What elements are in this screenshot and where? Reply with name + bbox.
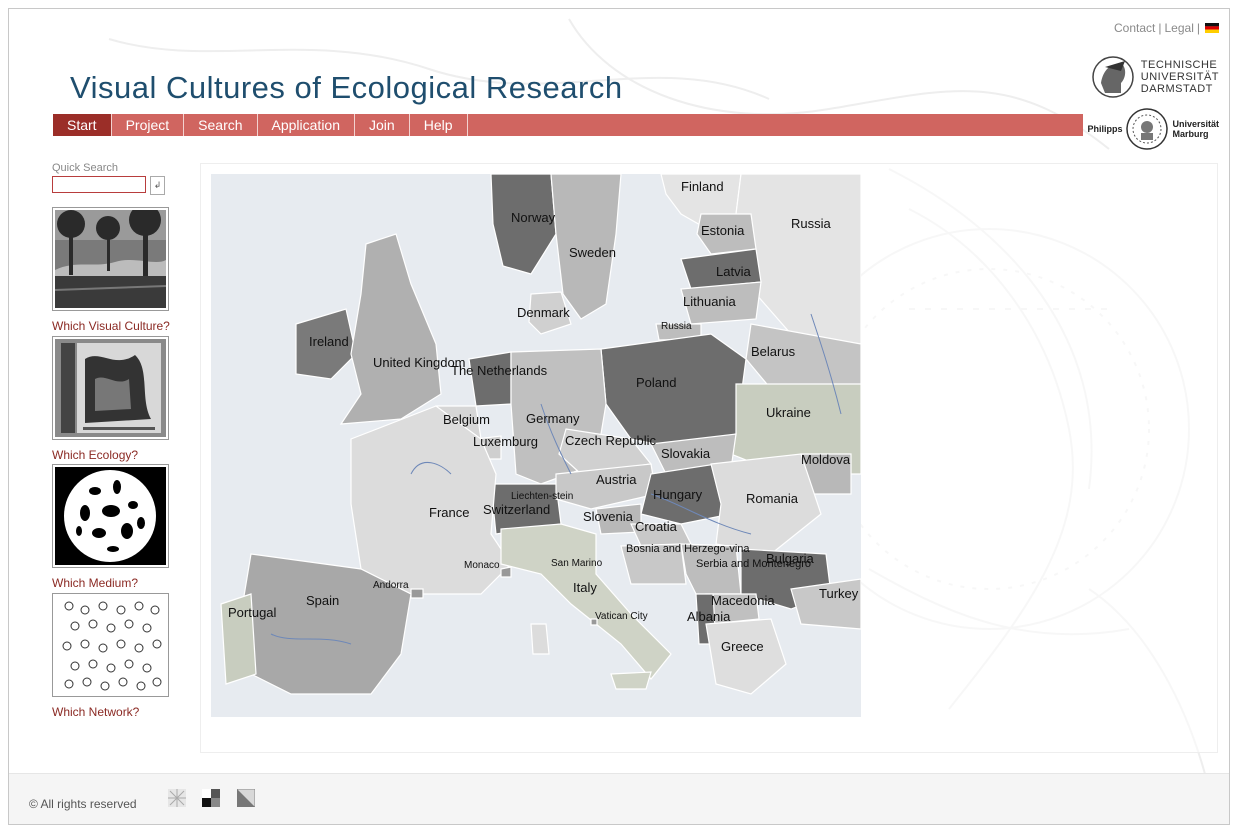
marburg-seal-icon <box>1126 108 1169 150</box>
label-sweden: Sweden <box>569 245 616 260</box>
label-slovakia: Slovakia <box>661 446 711 461</box>
island-corsica-sardinia <box>530 623 550 655</box>
label-turkey: Turkey <box>819 586 859 601</box>
tud-line-2: UNIVERSITÄT <box>1140 71 1219 83</box>
label-monaco: Monaco <box>464 560 500 571</box>
island-sicily <box>610 671 652 690</box>
german-flag-icon[interactable] <box>1205 23 1219 33</box>
label-andorra: Andorra <box>373 580 409 591</box>
tud-line-3: DARMSTADT <box>1140 83 1213 95</box>
umr-right-line-1: Universität <box>1172 119 1219 129</box>
label-hungary: Hungary <box>653 487 703 502</box>
footer <box>9 773 1229 824</box>
label-italy: Italy <box>573 580 597 595</box>
forest-engraving-image <box>55 210 166 308</box>
page-title: Visual Cultures of Ecological Research <box>70 70 623 105</box>
tud-line-1: TECHNISCHE <box>1140 59 1218 71</box>
label-estonia: Estonia <box>701 223 745 238</box>
country-andorra[interactable] <box>410 588 424 599</box>
label-vatican-city: Vatican City <box>595 611 648 622</box>
copyright-text: © All rights reserved <box>29 797 137 811</box>
uni-marburg-logo[interactable]: Philipps Universität Marburg <box>1087 108 1219 150</box>
enter-icon: ↲ <box>153 180 162 190</box>
label-belgium: Belgium <box>443 412 490 427</box>
which-visual-culture-link[interactable]: Which Visual Culture? <box>52 319 170 333</box>
label-slovenia: Slovenia <box>583 509 634 524</box>
label-moldova: Moldova <box>801 452 851 467</box>
label-finland: Finland <box>681 179 724 194</box>
label-latvia: Latvia <box>716 264 751 279</box>
which-medium-link[interactable]: Which Medium? <box>52 576 138 590</box>
quick-search-label: Quick Search <box>52 162 119 174</box>
tu-darmstadt-logo[interactable]: TECHNISCHE UNIVERSITÄT DARMSTADT <box>1091 53 1219 101</box>
label-germany: Germany <box>526 411 580 426</box>
nav-project[interactable]: Project <box>112 114 185 136</box>
nav-join[interactable]: Join <box>355 114 410 136</box>
label-czech-republic: Czech Republic <box>565 433 657 448</box>
label-france: France <box>429 505 469 520</box>
umr-left-text: Philipps <box>1087 124 1123 134</box>
label-albania: Albania <box>687 609 731 624</box>
which-network-link[interactable]: Which Network? <box>52 705 139 719</box>
page-frame: Contact | Legal | Visual Cultures of Eco… <box>8 8 1230 825</box>
label-greece: Greece <box>721 639 764 654</box>
book-cover-image <box>55 339 166 437</box>
europe-map[interactable]: Norway Sweden Finland Russia Estonia Lat… <box>211 174 861 717</box>
umr-right-line-2: Marburg <box>1172 129 1209 139</box>
nav-application[interactable]: Application <box>258 114 356 136</box>
athena-head-icon <box>1092 56 1134 98</box>
label-spain: Spain <box>306 593 339 608</box>
label-liechtenstein: Liechten-stein <box>511 491 573 502</box>
pattern-icon[interactable] <box>168 789 186 807</box>
network-portraits-image <box>55 596 166 694</box>
label-belarus: Belarus <box>751 344 796 359</box>
country-netherlands[interactable] <box>468 351 512 407</box>
label-austria: Austria <box>596 472 637 487</box>
label-russia-kaliningrad: Russia <box>661 321 692 332</box>
country-monaco[interactable] <box>500 566 512 578</box>
label-san-marino: San Marino <box>551 558 603 569</box>
microscope-image <box>55 467 166 565</box>
label-portugal: Portugal <box>228 605 277 620</box>
quick-search-submit-button[interactable]: ↲ <box>150 176 165 195</box>
label-bulgaria: Bulgaria <box>766 551 814 566</box>
nav-help[interactable]: Help <box>410 114 468 136</box>
label-denmark: Denmark <box>517 305 570 320</box>
diagonal-contrast-icon[interactable] <box>237 789 255 807</box>
label-switzerland: Switzerland <box>483 502 550 517</box>
legal-link[interactable]: Legal <box>1165 21 1194 35</box>
separator: | <box>1158 21 1162 35</box>
label-luxemburg: Luxemburg <box>473 434 538 449</box>
contrast-squares-icon[interactable] <box>202 789 220 807</box>
label-lithuania: Lithuania <box>683 294 737 309</box>
nav-start[interactable]: Start <box>53 114 112 136</box>
label-ukraine: Ukraine <box>766 405 811 420</box>
thumb-ecology[interactable] <box>52 336 169 440</box>
thumb-medium[interactable] <box>52 464 169 568</box>
quick-search-input[interactable] <box>52 176 146 193</box>
thumb-network[interactable] <box>52 593 169 697</box>
separator: | <box>1196 21 1200 35</box>
main-nav: Start Project Search Application Join He… <box>53 114 1083 136</box>
label-poland: Poland <box>636 375 676 390</box>
nav-search[interactable]: Search <box>184 114 258 136</box>
label-bosnia-herzegovina: Bosnia and Herzego-vina <box>626 543 750 555</box>
label-macedonia: Macedonia <box>711 593 775 608</box>
label-ireland: Ireland <box>309 334 349 349</box>
label-norway: Norway <box>511 210 556 225</box>
label-the-netherlands: The Netherlands <box>451 363 548 378</box>
label-croatia: Croatia <box>635 519 678 534</box>
thumb-visual-culture[interactable] <box>52 207 169 311</box>
which-ecology-link[interactable]: Which Ecology? <box>52 448 138 462</box>
contact-link[interactable]: Contact <box>1114 21 1155 35</box>
label-romania: Romania <box>746 491 799 506</box>
top-links: Contact | Legal | <box>1114 21 1219 35</box>
label-russia: Russia <box>791 216 832 231</box>
